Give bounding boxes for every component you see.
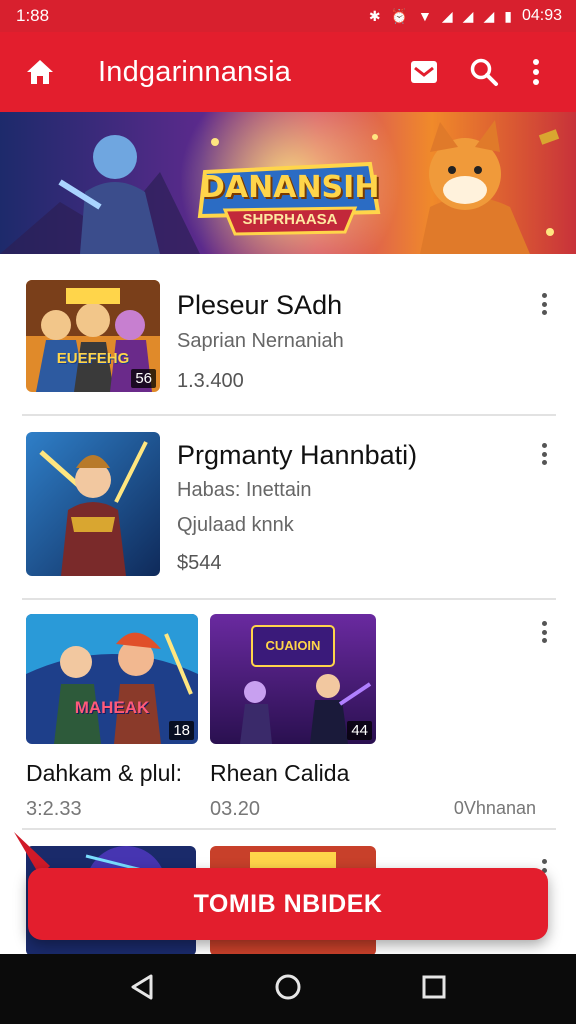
app-title: Indgarinnansia (98, 55, 292, 88)
grid-title: Dahkam & plul: (26, 760, 182, 786)
grid-title: Rhean Calida (210, 760, 350, 786)
search-icon[interactable] (462, 50, 506, 94)
back-icon[interactable] (129, 973, 155, 1006)
status-time: 1:88 (16, 6, 50, 25)
mail-icon[interactable] (402, 50, 446, 94)
promo-banner[interactable]: DANANSIH SHPRHAASA (0, 112, 576, 254)
grid-meta: 3:2.33 (26, 798, 82, 820)
home-nav-icon[interactable] (274, 973, 302, 1006)
grid-meta: 03.20 (210, 798, 261, 820)
item-subtitle: Habas: Inettain (177, 479, 312, 501)
item-price: $544 (177, 552, 222, 574)
grid-thumbnail[interactable]: MAHEAK 18 (26, 614, 198, 744)
item-subtitle: Saprian Nernaniah (177, 330, 344, 352)
more-vert-icon[interactable] (536, 290, 552, 318)
status-icons: ✱ ⏰ ▼ ◢ ◢ ◢ ▮ 04:93 (369, 7, 562, 25)
grid-row: MAHEAK 18 CUAIOIN 44 Dahkam & plul: Rhea… (0, 600, 576, 828)
duration-badge: 18 (169, 721, 194, 740)
alarm-icon: ⏰ (390, 7, 409, 24)
grid-extra: 0Vhnanan (453, 798, 536, 818)
item-title: Prgmanty Hannbati) (177, 440, 418, 470)
bluetooth-icon: ✱ (368, 7, 381, 24)
item-meta: 1.3.400 (177, 370, 244, 392)
signal-icon-2: ◢ (462, 7, 474, 24)
banner-subtitle: SHPRHAASA (242, 211, 338, 228)
thumbnail-text: MAHEAK (74, 698, 150, 717)
list-item[interactable]: Prgmanty Hannbati) Habas: Inettain Qjula… (0, 416, 576, 598)
item-thumbnail[interactable]: EUEFEHG 56 (26, 280, 160, 392)
item-subtitle-2: Qjulaad knnk (177, 514, 294, 536)
list-item[interactable]: EUEFEHG 56 Pleseur SAdh Saprian Nernania… (0, 254, 576, 414)
item-title: Pleseur SAdh (177, 290, 343, 320)
battery-icon: ▮ (504, 7, 512, 24)
thumbnail-text: EUEFEHG (56, 350, 130, 367)
signal-icon: ◢ (441, 7, 453, 24)
grid-thumbnail[interactable]: CUAIOIN 44 (210, 614, 376, 744)
thumbnail-text: CUAIOIN (265, 638, 321, 653)
more-vert-icon[interactable] (536, 618, 552, 646)
cta-button[interactable]: TOMIB NBIDEK (28, 868, 548, 940)
banner-title: DANANSIH (200, 170, 380, 205)
wifi-icon: ▼ (418, 8, 432, 24)
system-nav-bar (0, 954, 576, 1024)
home-icon[interactable] (18, 50, 62, 94)
item-thumbnail[interactable] (26, 432, 160, 576)
duration-badge: 56 (131, 369, 156, 388)
status-clock: 04:93 (521, 7, 562, 24)
recents-icon[interactable] (421, 974, 447, 1005)
app-bar: Indgarinnansia (0, 32, 576, 112)
more-vert-icon[interactable] (536, 440, 552, 468)
status-bar: 1:88 ✱ ⏰ ▼ ◢ ◢ ◢ ▮ 04:93 (0, 0, 576, 32)
duration-badge: 44 (347, 721, 372, 740)
signal-icon-3: ◢ (483, 7, 495, 24)
more-vert-icon[interactable] (514, 50, 558, 94)
